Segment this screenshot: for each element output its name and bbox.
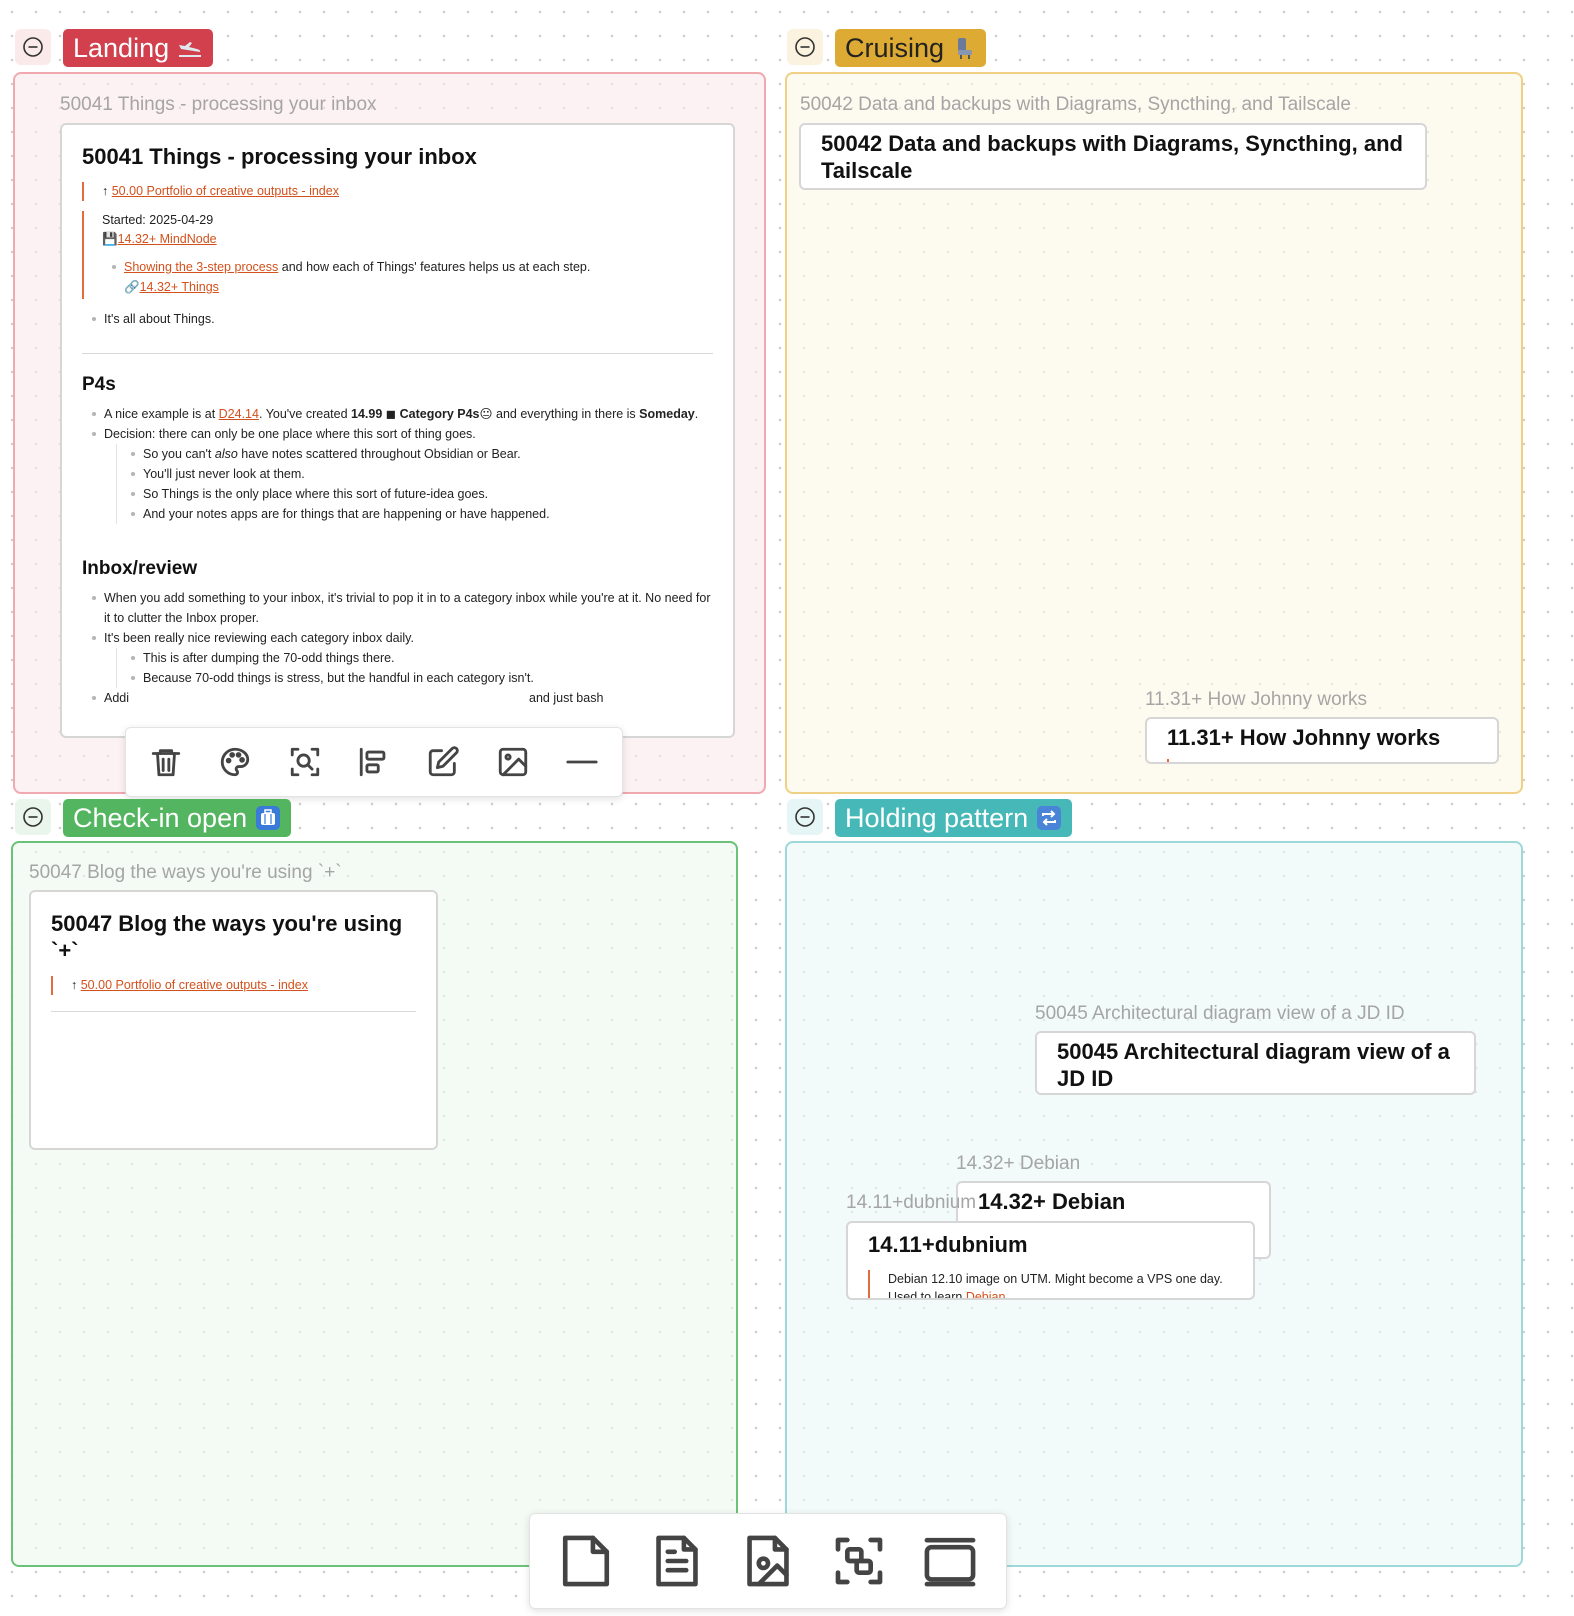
new-media-icon [747,1535,789,1587]
face-emoji-icon: 😐 [479,407,493,421]
parent-quote: ↑ 50.00 Portfolio of creative outputs - … [82,182,713,201]
add-frame-button[interactable] [910,1521,990,1601]
list-item: A nice example is at D24.14. You've crea… [82,404,713,424]
card-1131[interactable]: 11.31+ How Johnny works [1145,717,1499,764]
started-date: Started: 2025-04-29 [102,213,214,227]
parent-quote: ↑ 50.00 Portfolio of creative outputs - … [51,976,416,995]
new-group-icon [835,1537,883,1585]
cruising-collapse-button[interactable] [787,29,823,65]
list-item: When you add something to your inbox, it… [82,588,713,628]
card-heading: 14.11+dubnium [868,1232,1028,1257]
list-item: So you can't also have notes scattered t… [121,444,713,464]
list-item: Decision: there can only be one place wh… [82,424,713,524]
card-heading: 14.32+ Debian [978,1189,1126,1214]
set-background-button[interactable] [487,736,539,788]
delete-button[interactable] [140,736,192,788]
align-icon [359,747,386,777]
quote-bar [1167,759,1169,762]
create-group-button[interactable] [819,1521,899,1601]
parent-link[interactable]: 50.00 Portfolio of creative outputs - in… [112,184,339,198]
things-link[interactable]: 14.32+ Things [140,280,219,294]
add-note-button[interactable] [637,1521,717,1601]
node-title-1411[interactable]: 14.11+dubnium [846,1192,976,1214]
luggage-icon [256,806,281,830]
card-1411[interactable]: 14.11+dubnium Debian 12.10 image on UTM.… [846,1221,1255,1300]
floppy-disk-icon: 💾 [102,232,118,246]
zoom-to-selection-button[interactable] [279,736,331,788]
link-icon: 🔗 [124,280,140,294]
card-50047[interactable]: 50047 Blog the ways you're using `+` ↑ 5… [29,890,438,1150]
minus-circle-icon [795,807,815,827]
align-button[interactable] [348,736,400,788]
list-item: Addi and just bash [82,688,713,708]
trash-icon [151,749,181,777]
holding-collapse-button[interactable] [787,799,823,835]
parent-link[interactable]: 50.00 Portfolio of creative outputs - in… [81,978,308,992]
debian-link[interactable]: Debian [966,1290,1006,1298]
add-media-button[interactable] [728,1521,808,1601]
card-50042[interactable]: 50042 Data and backups with Diagrams, Sy… [799,123,1427,190]
card-50045[interactable]: 50045 Architectural diagram view of a JD… [1035,1031,1476,1095]
divider [82,353,713,354]
add-card-button[interactable] [546,1521,626,1601]
list-item: It's all about Things. [82,309,713,329]
new-note-icon [656,1535,698,1587]
node-title-1131[interactable]: 11.31+ How Johnny works [1145,689,1367,711]
minus-circle-icon [23,807,43,827]
section-heading-inbox: Inbox/review [82,558,198,579]
line-icon [566,760,598,764]
list-item: And your notes apps are for things that … [121,504,713,524]
minus-circle-icon [795,37,815,57]
card-heading: 50045 Architectural diagram view of a JD… [1057,1039,1450,1091]
list-item: This is after dumping the 70-odd things … [121,648,713,668]
card-heading: 50041 Things - processing your inbox [82,144,477,169]
landing-group-label[interactable]: Landing [63,29,214,67]
new-card-icon [562,1535,610,1587]
selection-toolbar [125,727,623,797]
section-heading-p4s: P4s [82,374,116,395]
minus-circle-icon [23,37,43,57]
list-item: You'll just never look at them. [121,464,713,484]
node-title-50047[interactable]: 50047 Blog the ways you're using `+` [29,862,342,884]
card-heading: 50047 Blog the ways you're using `+` [51,911,403,963]
node-title-50045[interactable]: 50045 Architectural diagram view of a JD… [1035,1003,1405,1025]
seat-icon [958,38,973,59]
showing-link[interactable]: Showing the 3-step process [124,260,278,274]
image-icon [498,747,527,777]
checkin-collapse-button[interactable] [15,799,51,835]
d2414-link[interactable]: D24.14 [219,407,259,421]
list-item: So Things is the only place where this s… [121,484,713,504]
edit-button[interactable] [417,736,469,788]
card-heading: 50042 Data and backups with Diagrams, Sy… [821,131,1403,183]
card-heading: 11.31+ How Johnny works [1167,725,1441,750]
canvas-toolbar [529,1513,1007,1609]
node-title-50042[interactable]: 50042 Data and backups with Diagrams, Sy… [800,94,1351,116]
airplane-landing-icon [179,42,202,57]
new-frame-icon [924,1537,976,1587]
line-direction-button[interactable] [556,736,608,788]
checkin-group-label[interactable]: Check-in open [63,799,292,837]
card-50041[interactable]: 50041 Things - processing your inbox ↑ 5… [60,123,735,738]
palette-icon [221,747,250,777]
mindnode-link[interactable]: 14.32+ MindNode [118,232,217,246]
edit-icon [429,746,460,777]
holding-group-label[interactable]: Holding pattern [835,799,1073,837]
list-item: It's been really nice reviewing each cat… [82,628,713,688]
landing-collapse-button[interactable] [15,29,51,65]
node-title-1432-debian[interactable]: 14.32+ Debian [956,1153,1080,1175]
meta-quote: Started: 2025-04-29 💾14.32+ MindNode Sho… [82,211,713,299]
divider [51,1011,416,1012]
set-color-button[interactable] [209,736,261,788]
list-item: Because 70-odd things is stress, but the… [121,668,713,688]
body-quote: Debian 12.10 image on UTM. Might become … [868,1270,1233,1298]
node-title-50041[interactable]: 50041 Things - processing your inbox [60,94,377,116]
cruising-group-label[interactable]: Cruising [835,29,987,67]
repeat-icon [1037,806,1062,830]
zoom-to-selection-icon [290,747,319,777]
